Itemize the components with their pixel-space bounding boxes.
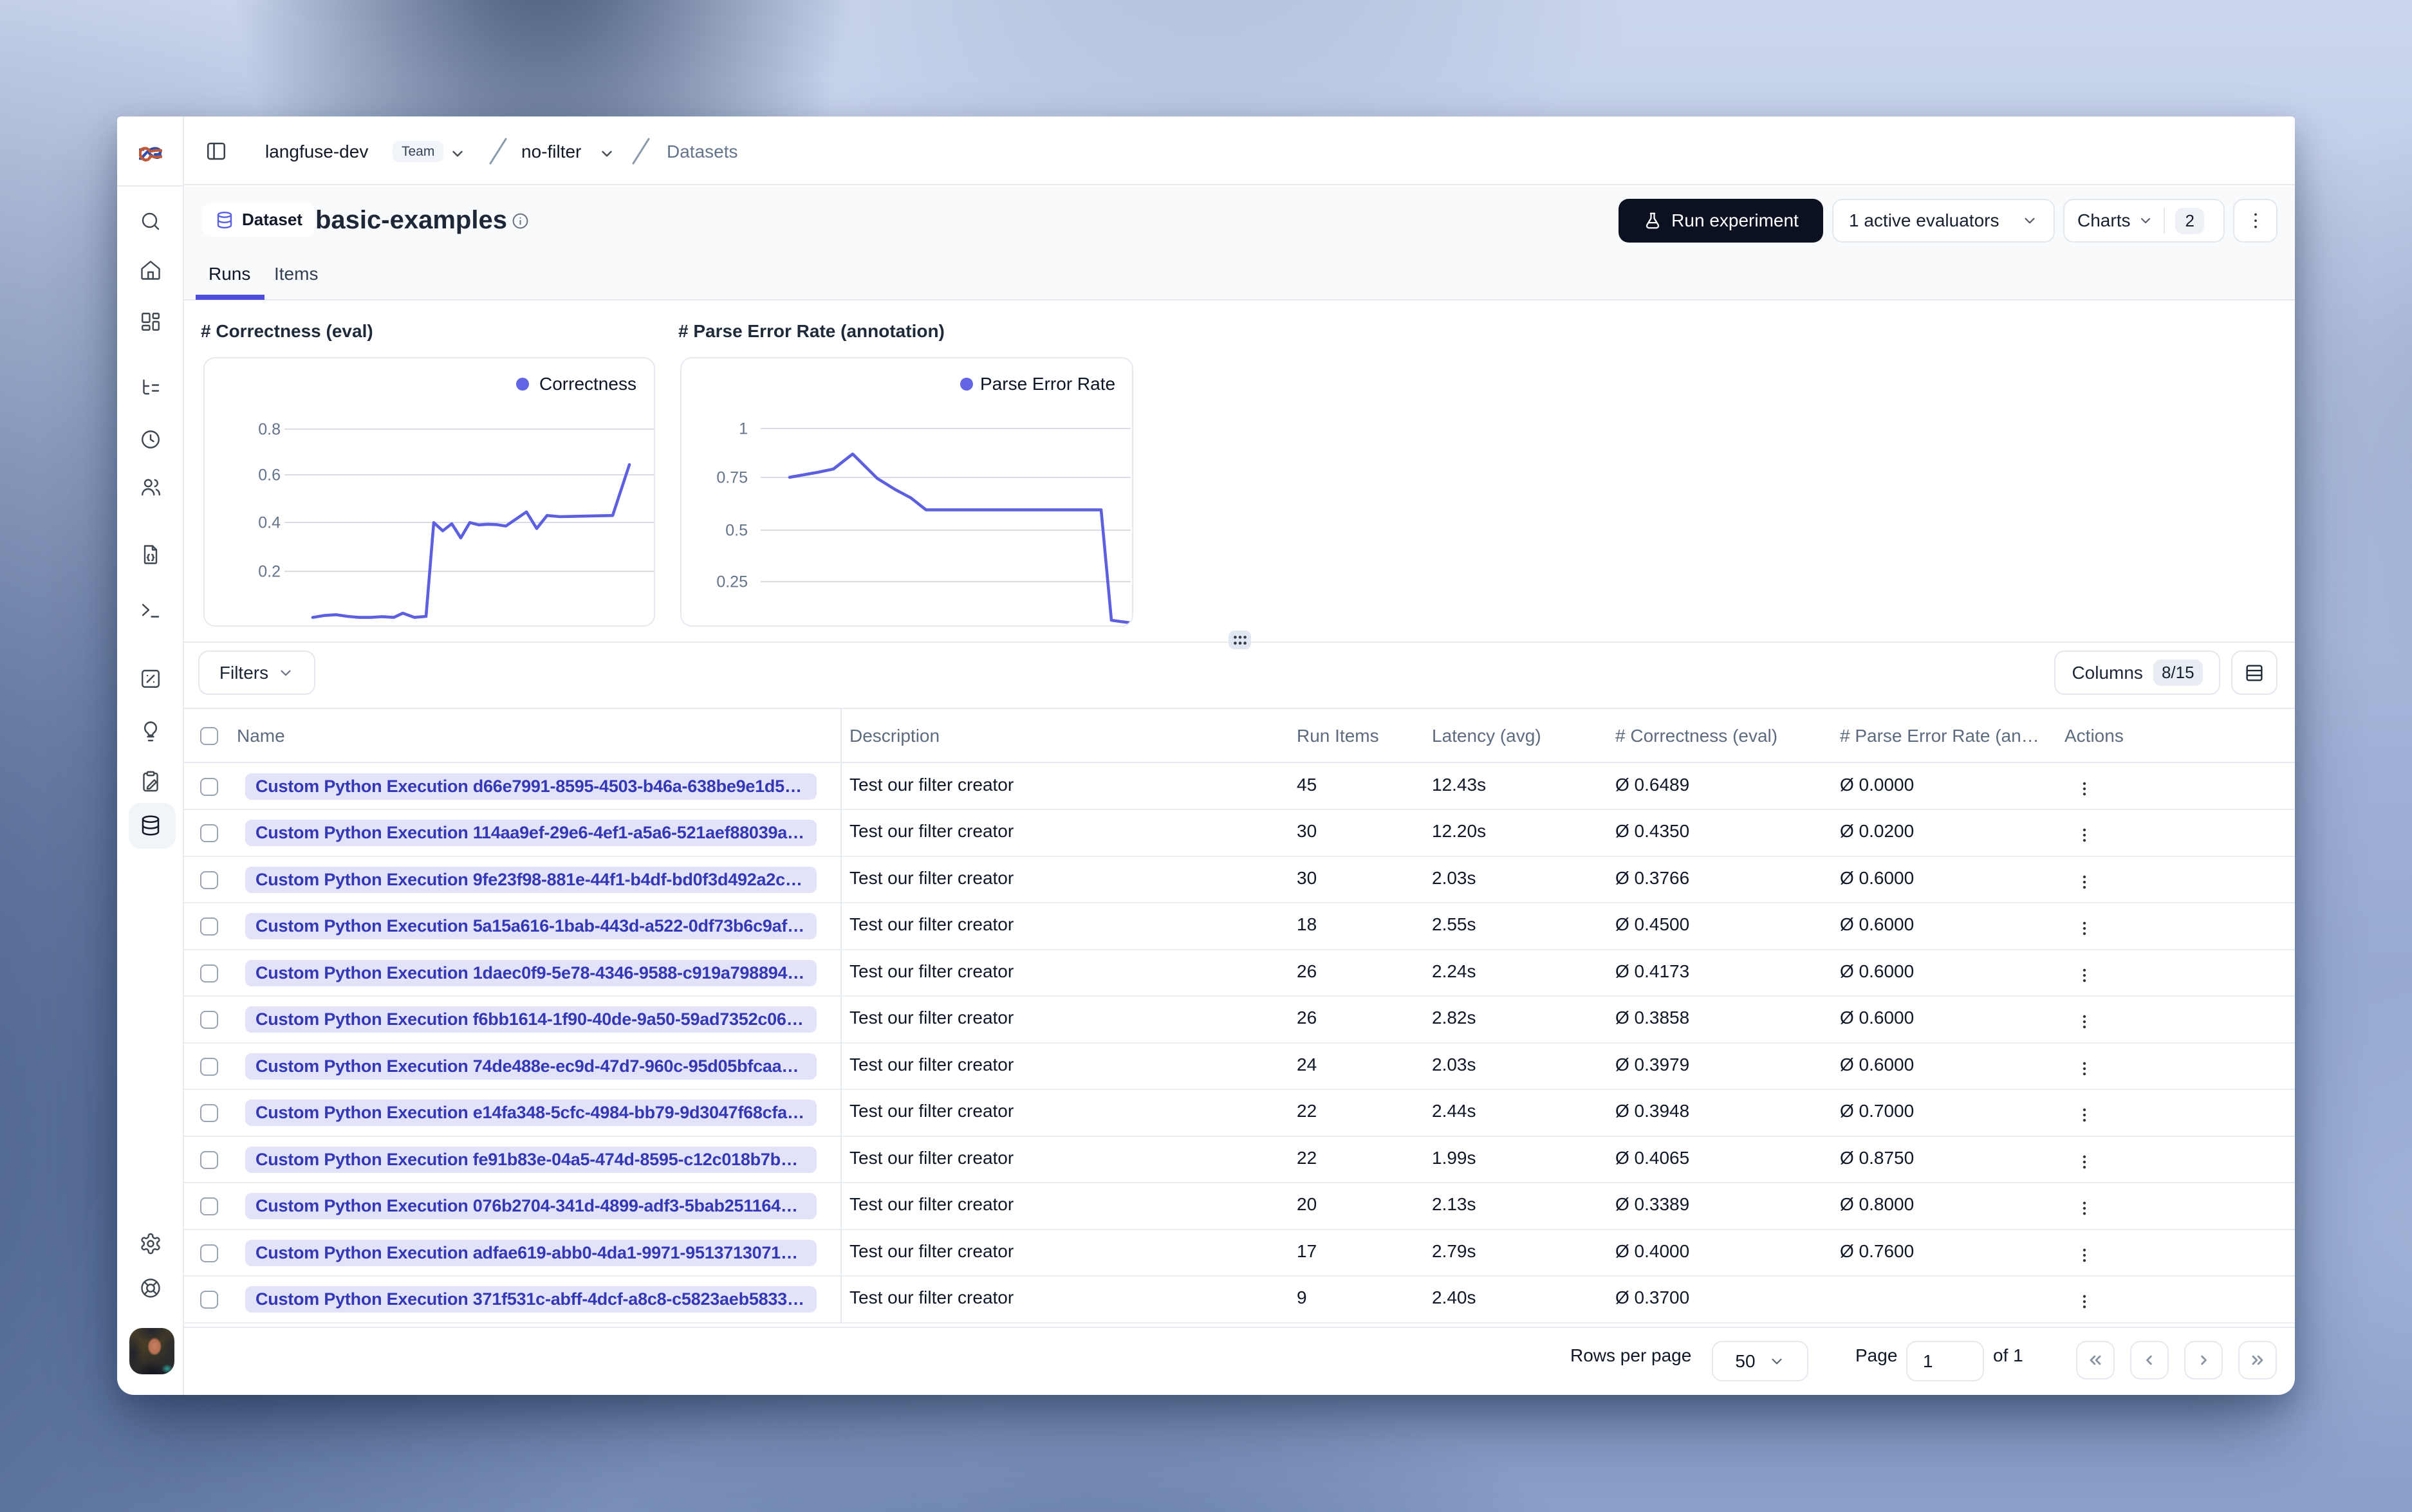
svg-text:0.4: 0.4 xyxy=(258,513,281,531)
svg-text:0.8: 0.8 xyxy=(258,420,281,438)
svg-text:Correctness: Correctness xyxy=(539,374,636,394)
svg-text:1: 1 xyxy=(739,419,748,438)
svg-text:0.5: 0.5 xyxy=(725,521,748,539)
svg-text:Parse Error Rate: Parse Error Rate xyxy=(980,374,1115,394)
svg-text:0.25: 0.25 xyxy=(716,573,748,591)
svg-text:0.75: 0.75 xyxy=(716,468,748,486)
svg-text:0.6: 0.6 xyxy=(258,466,281,484)
svg-text:0.2: 0.2 xyxy=(258,562,281,580)
